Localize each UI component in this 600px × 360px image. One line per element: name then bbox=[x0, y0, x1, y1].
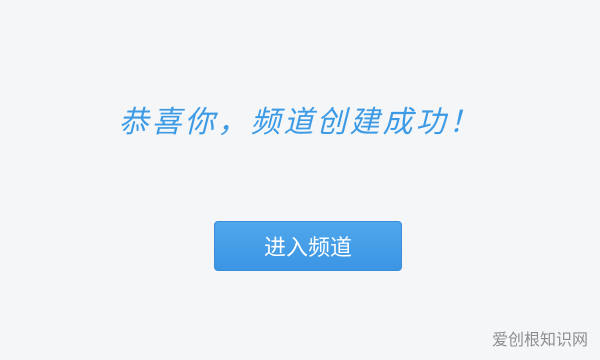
enter-channel-button[interactable]: 进入频道 bbox=[214, 221, 402, 271]
success-message: 恭喜你，频道创建成功！ bbox=[118, 105, 482, 140]
watermark-text: 爱创根知识网 bbox=[491, 330, 588, 349]
